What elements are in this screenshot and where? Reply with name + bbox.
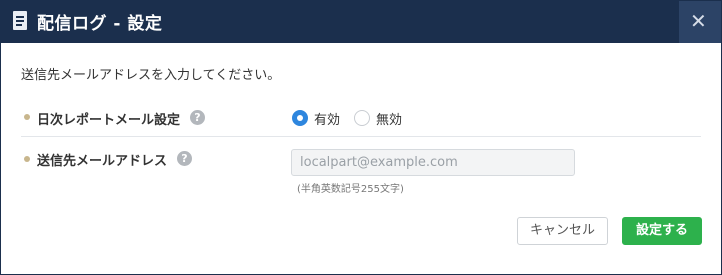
- settings-dialog: 配信ログ - 設定 ✕ 送信先メールアドレスを入力してください。 日次レポートメ…: [0, 0, 722, 275]
- close-button[interactable]: ✕: [679, 1, 721, 43]
- email-hint: (半角英数記号255文字): [297, 184, 404, 195]
- dialog-title: 配信ログ - 設定: [37, 14, 163, 34]
- intro-text: 送信先メールアドレスを入力してください。: [21, 68, 281, 83]
- row-divider: [21, 136, 701, 137]
- help-icon[interactable]: ?: [177, 151, 192, 166]
- close-icon: ✕: [690, 9, 707, 33]
- radio-enabled[interactable]: [292, 110, 308, 126]
- radio-enabled-label[interactable]: 有効: [314, 109, 340, 128]
- document-icon: [13, 11, 27, 30]
- email-label: 送信先メールアドレス: [37, 154, 168, 169]
- bullet-icon: [24, 114, 30, 120]
- radio-disabled[interactable]: [354, 110, 370, 126]
- email-input[interactable]: [291, 149, 575, 176]
- cancel-button[interactable]: キャンセル: [517, 217, 608, 245]
- dialog-header: 配信ログ - 設定 ✕: [1, 1, 721, 43]
- radio-disabled-label[interactable]: 無効: [376, 109, 402, 128]
- help-icon[interactable]: ?: [190, 110, 205, 125]
- daily-report-label: 日次レポートメール設定: [37, 113, 181, 128]
- bullet-icon: [24, 156, 30, 162]
- save-button[interactable]: 設定する: [622, 217, 702, 245]
